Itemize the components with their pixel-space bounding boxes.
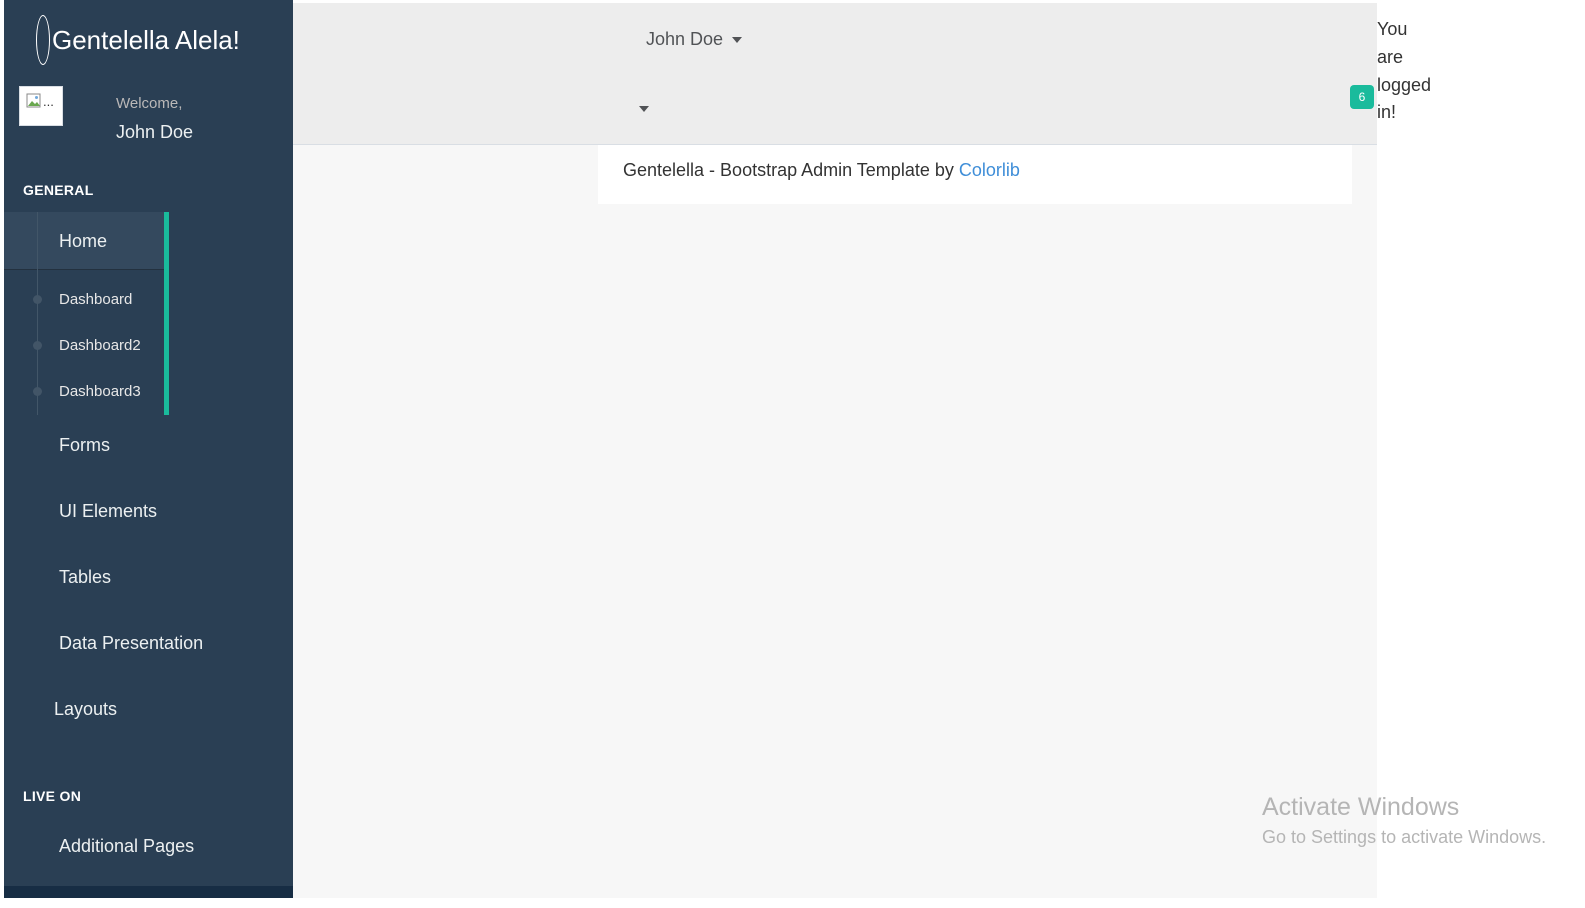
welcome-label: Welcome,	[116, 95, 183, 112]
sidebar-item-additional-pages[interactable]: Additional Pages	[4, 822, 293, 872]
sidebar-item-tables-label: Tables	[59, 567, 112, 587]
footer-credit: Gentelella - Bootstrap Admin Template by	[623, 160, 959, 180]
profile-name: John Doe	[116, 122, 194, 142]
bottom-edge	[0, 898, 1585, 908]
sidebar-item-data-presentation-label: Data Presentation	[59, 633, 204, 653]
sidebar-subitem-dashboard2[interactable]: Dashboard2	[4, 327, 164, 367]
sidebar-footer	[4, 886, 293, 898]
nav-home-group: Home Dashboard Dashboard2 Dashboard3	[4, 212, 169, 415]
site-brand[interactable]: Gentelella Alela!	[36, 13, 240, 67]
sidebar-item-forms-label: Forms	[59, 435, 110, 455]
caret-down-icon	[732, 36, 743, 43]
sidebar-item-layouts[interactable]: Layouts	[4, 685, 293, 735]
sidebar-subitem-dashboard3[interactable]: Dashboard3	[4, 373, 164, 413]
paw-icon	[36, 15, 50, 65]
status-word: in!	[1377, 102, 1397, 122]
sidebar: Gentelella Alela! ... Welcome, John Doe …	[4, 0, 293, 898]
user-profile-dropdown[interactable]: John Doe	[646, 29, 743, 50]
bullet-dot-icon	[33, 387, 42, 396]
page-footer: Gentelella - Bootstrap Admin Template by…	[598, 145, 1352, 204]
brand-title: Gentelella Alela!	[52, 24, 240, 55]
main-content: John Doe 6 Gentelella - Bootstrap Admin …	[293, 0, 1377, 898]
sidebar-item-ui-elements-label: UI Elements	[59, 501, 158, 521]
broken-image-icon	[26, 93, 41, 108]
sidebar-item-home-label: Home	[59, 231, 108, 251]
status-word: logged	[1377, 75, 1432, 95]
app-window: Gentelella Alela! ... Welcome, John Doe …	[0, 0, 1585, 908]
avatar-alt-text: ...	[43, 93, 54, 109]
footer-text: Gentelella - Bootstrap Admin Template by…	[623, 160, 1020, 181]
sidebar-subitem-dashboard3-label: Dashboard3	[59, 383, 141, 400]
notification-count-badge: 6	[1350, 85, 1374, 109]
sidebar-subitem-dashboard2-label: Dashboard2	[59, 337, 141, 354]
sidebar-item-tables[interactable]: Tables	[4, 553, 293, 603]
status-word: You	[1377, 19, 1408, 39]
sidebar-item-home[interactable]: Home	[4, 212, 164, 270]
top-navbar: John Doe 6	[293, 3, 1377, 145]
sidebar-item-data-presentation[interactable]: Data Presentation	[4, 619, 293, 669]
bullet-dot-icon	[33, 341, 42, 350]
sidebar-item-ui-elements[interactable]: UI Elements	[4, 487, 293, 537]
section-title-general: GENERAL	[23, 182, 94, 198]
sidebar-subitem-dashboard[interactable]: Dashboard	[4, 281, 164, 321]
activate-windows-subtitle: Go to Settings to activate Windows.	[1262, 827, 1547, 847]
colorlib-link[interactable]: Colorlib	[959, 160, 1020, 180]
bullet-dot-icon	[33, 295, 42, 304]
notifications-dropdown-toggle[interactable]	[639, 106, 649, 112]
sidebar-subitem-dashboard-label: Dashboard	[59, 291, 133, 308]
status-word: are	[1377, 47, 1404, 67]
user-profile-name: John Doe	[646, 29, 724, 49]
status-panel: You are logged in!	[1377, 0, 1585, 898]
sidebar-item-layouts-label: Layouts	[54, 699, 118, 719]
sidebar-item-additional-pages-label: Additional Pages	[59, 836, 195, 856]
sidebar-item-forms[interactable]: Forms	[4, 421, 293, 471]
activate-windows-title: Activate Windows	[1262, 793, 1460, 821]
avatar: ...	[19, 86, 63, 126]
broken-image: ...	[26, 93, 54, 109]
section-title-live-on: LIVE ON	[23, 788, 82, 804]
